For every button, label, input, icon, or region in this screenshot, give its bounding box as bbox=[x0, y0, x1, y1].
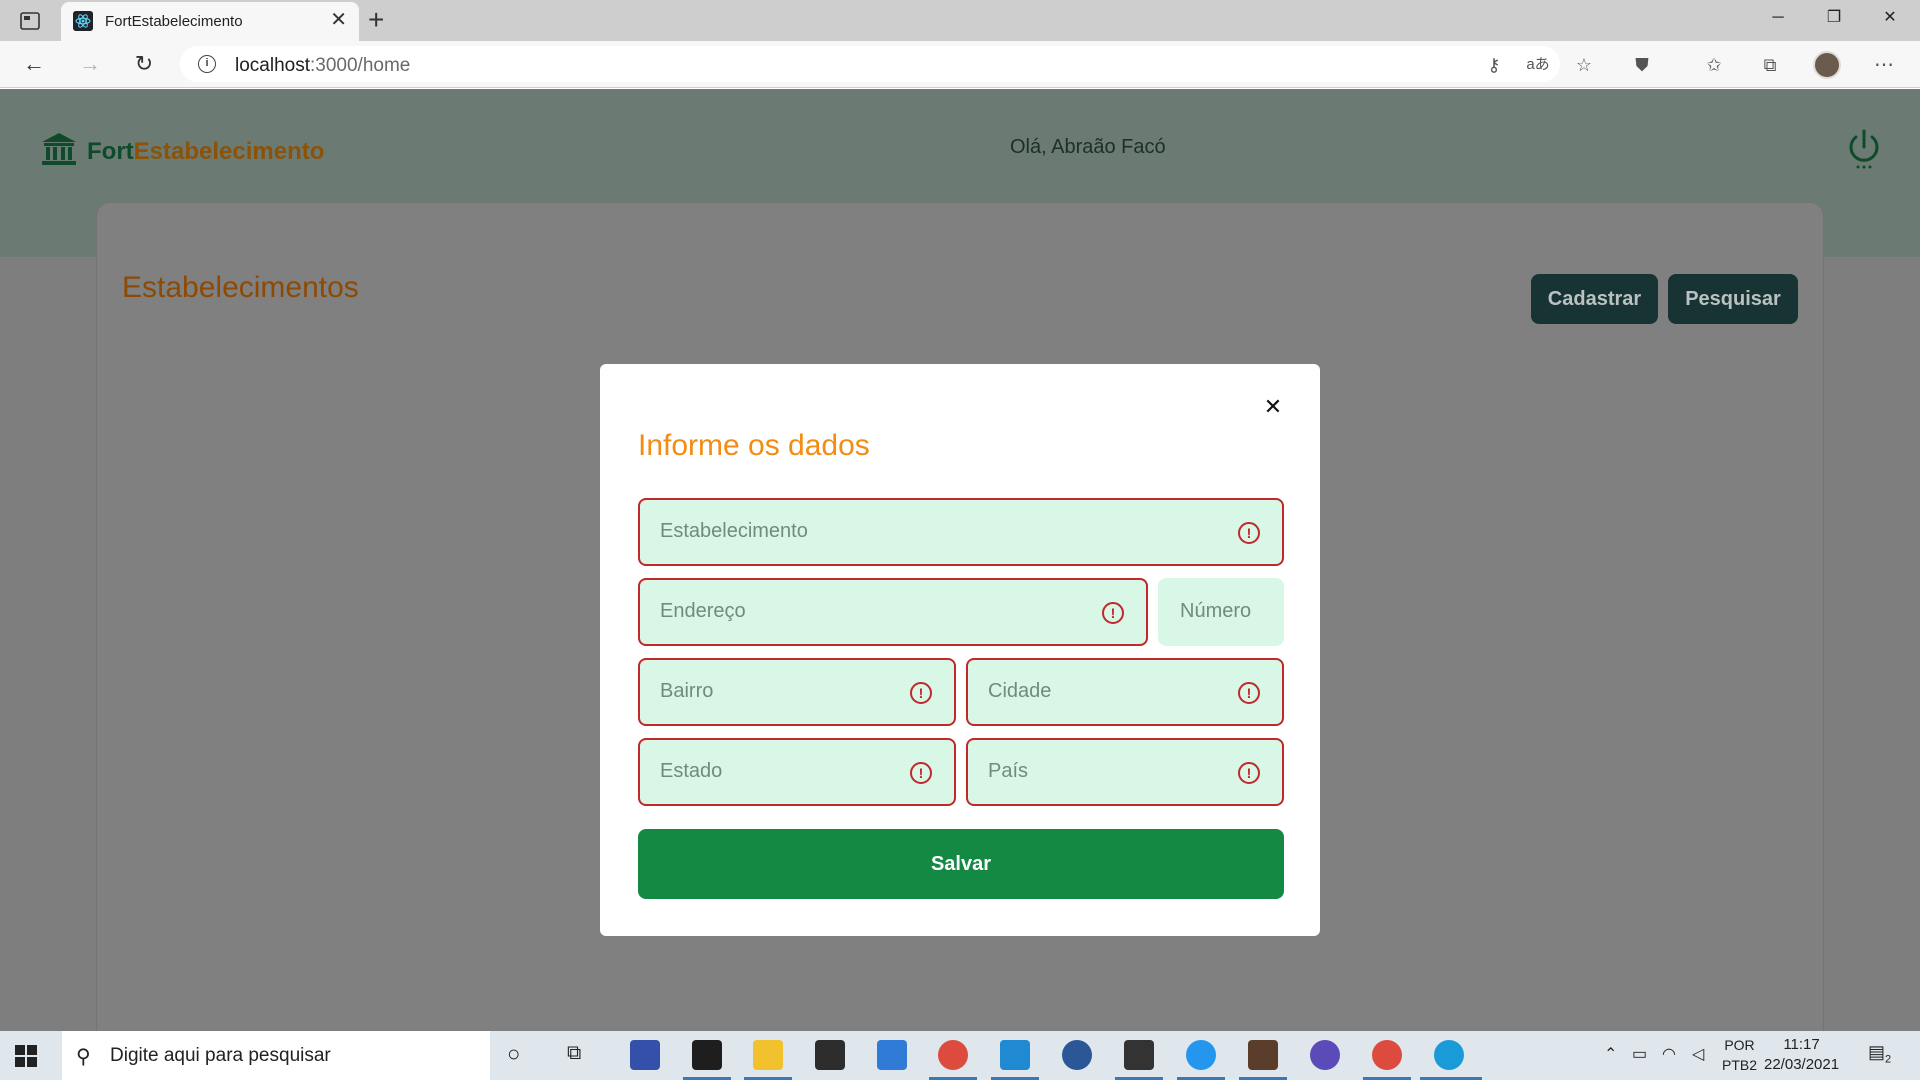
estabelecimento-placeholder: Estabelecimento bbox=[660, 520, 808, 542]
add-favorite-icon[interactable]: ☆ bbox=[1572, 53, 1596, 77]
tab-close-icon[interactable]: ✕ bbox=[330, 10, 347, 30]
modal-heading: Informe os dados bbox=[638, 429, 870, 462]
logo-text-fort: Fort bbox=[87, 138, 134, 165]
tab-title: FortEstabelecimento bbox=[105, 13, 243, 30]
address-bar[interactable]: i localhost:3000/home bbox=[180, 46, 1560, 82]
register-button[interactable]: Cadastrar bbox=[1531, 274, 1658, 324]
edge-icon[interactable] bbox=[1434, 1040, 1464, 1070]
error-icon: ! bbox=[1238, 762, 1260, 784]
tab-actions-icon[interactable] bbox=[18, 9, 42, 33]
input-language[interactable]: POR PTB2 bbox=[1722, 1035, 1757, 1075]
shield-extension-icon[interactable]: ⛊ bbox=[1630, 53, 1654, 77]
save-button[interactable]: Salvar bbox=[638, 829, 1284, 899]
terminal-icon[interactable] bbox=[1124, 1040, 1154, 1070]
insomnia-app-icon[interactable] bbox=[1248, 1040, 1278, 1070]
windows-taskbar: ⚲ Digite aqui para pesquisar ○ ⧉ ⌃ ▭ ◠ ◁… bbox=[0, 1031, 1920, 1080]
chrome-icon[interactable] bbox=[938, 1040, 968, 1070]
cortana-icon[interactable]: ○ bbox=[507, 1041, 520, 1067]
file-explorer-icon[interactable] bbox=[753, 1040, 783, 1070]
clock-date: 22/03/2021 bbox=[1764, 1056, 1840, 1073]
estado-placeholder: Estado bbox=[660, 760, 723, 782]
pais-field[interactable]: País ! bbox=[966, 738, 1284, 806]
keyboard-layout: PTB2 bbox=[1722, 1057, 1758, 1073]
web-page: FortEstabelecimento Olá, Abraão Facó Est… bbox=[0, 89, 1920, 1031]
network-app-icon[interactable] bbox=[630, 1040, 660, 1070]
taskbar-clock[interactable]: 11:17 22/03/2021 bbox=[1764, 1035, 1839, 1075]
error-icon: ! bbox=[910, 762, 932, 784]
site-info-icon[interactable]: i bbox=[198, 55, 216, 73]
estabelecimento-field[interactable]: Estabelecimento ! bbox=[638, 498, 1284, 566]
browser-toolbar: ← → ↻ i localhost:3000/home ⚷ aあ ☆ ⛊ ✩ ⧉… bbox=[0, 41, 1920, 88]
error-icon: ! bbox=[1238, 682, 1260, 704]
windows-start-icon[interactable] bbox=[14, 1044, 38, 1068]
taskbar-search-box[interactable]: ⚲ Digite aqui para pesquisar bbox=[62, 1031, 490, 1080]
pais-placeholder: País bbox=[988, 760, 1029, 782]
estado-field[interactable]: Estado ! bbox=[638, 738, 956, 806]
translate-icon[interactable]: aあ bbox=[1526, 53, 1550, 77]
password-key-icon[interactable]: ⚷ bbox=[1482, 53, 1506, 77]
collections-icon[interactable]: ⧉ bbox=[1758, 53, 1782, 77]
url-text: localhost:3000/home bbox=[235, 55, 410, 77]
show-hidden-icons-icon[interactable]: ⌃ bbox=[1604, 1044, 1617, 1064]
endereco-field[interactable]: Endereço ! bbox=[638, 578, 1148, 646]
battery-icon[interactable]: ▭ bbox=[1632, 1044, 1647, 1064]
logo-text-estabelecimento: Estabelecimento bbox=[133, 138, 325, 165]
register-modal: ✕ Informe os dados Estabelecimento ! End… bbox=[600, 364, 1320, 936]
search-icon: ⚲ bbox=[76, 1046, 91, 1068]
volume-icon[interactable]: ◁ bbox=[1692, 1044, 1704, 1064]
page-title: Estabelecimentos bbox=[122, 271, 359, 304]
bairro-field[interactable]: Bairro ! bbox=[638, 658, 956, 726]
window-close-button[interactable]: ✕ bbox=[1862, 0, 1918, 38]
search-button[interactable]: Pesquisar bbox=[1668, 274, 1798, 324]
bairro-placeholder: Bairro bbox=[660, 680, 714, 702]
cidade-placeholder: Cidade bbox=[988, 680, 1052, 702]
profile-avatar[interactable] bbox=[1813, 51, 1841, 79]
wifi-icon[interactable]: ◠ bbox=[1662, 1044, 1676, 1064]
clock-time: 11:17 bbox=[1783, 1036, 1820, 1053]
browser-tab[interactable]: FortEstabelecimento ✕ bbox=[61, 2, 359, 41]
back-arrow-icon[interactable]: ← bbox=[18, 49, 50, 81]
taskbar-search-placeholder: Digite aqui para pesquisar bbox=[110, 1045, 331, 1066]
endereco-placeholder: Endereço bbox=[660, 600, 746, 622]
mail-icon[interactable] bbox=[877, 1040, 907, 1070]
new-tab-button[interactable]: + bbox=[368, 5, 384, 35]
react-favicon-icon bbox=[73, 11, 93, 31]
word-app-icon[interactable] bbox=[1062, 1040, 1092, 1070]
user-greeting: Olá, Abraão Facó bbox=[1010, 136, 1166, 158]
chrome-profile-icon[interactable] bbox=[1372, 1040, 1402, 1070]
more-options-icon[interactable]: ⋯ bbox=[1872, 53, 1896, 77]
language-code: POR bbox=[1724, 1037, 1755, 1053]
numero-placeholder: Número bbox=[1180, 600, 1252, 622]
error-icon: ! bbox=[1102, 602, 1124, 624]
beekeeper-app-icon[interactable] bbox=[1310, 1040, 1340, 1070]
vscode-icon[interactable] bbox=[1000, 1040, 1030, 1070]
notification-count: 2 bbox=[1885, 1053, 1892, 1066]
minimize-button[interactable]: ─ bbox=[1750, 0, 1806, 38]
maximize-button[interactable]: ❐ bbox=[1806, 0, 1862, 38]
error-icon: ! bbox=[910, 682, 932, 704]
refresh-icon[interactable]: ↻ bbox=[128, 49, 160, 81]
cidade-field[interactable]: Cidade ! bbox=[966, 658, 1284, 726]
bank-icon bbox=[42, 133, 76, 165]
forward-arrow-icon[interactable]: → bbox=[74, 49, 106, 81]
task-view-icon[interactable]: ⧉ bbox=[567, 1042, 581, 1065]
modal-close-icon[interactable]: ✕ bbox=[1258, 392, 1288, 422]
browser-tab-strip: FortEstabelecimento ✕ + ─ ❐ ✕ bbox=[0, 0, 1920, 41]
error-icon: ! bbox=[1238, 522, 1260, 544]
notification-center-icon[interactable]: ▤2 bbox=[1868, 1042, 1891, 1066]
logo-text: FortEstabelecimento bbox=[87, 138, 324, 166]
power-logout-icon[interactable] bbox=[1846, 129, 1882, 169]
url-host: localhost bbox=[235, 55, 310, 76]
url-path: :3000/home bbox=[310, 55, 411, 76]
jetbrains-app-icon[interactable] bbox=[692, 1040, 722, 1070]
favorites-icon[interactable]: ✩ bbox=[1702, 53, 1726, 77]
docker-icon[interactable] bbox=[1186, 1040, 1216, 1070]
store-icon[interactable] bbox=[815, 1040, 845, 1070]
numero-field[interactable]: Número bbox=[1158, 578, 1284, 646]
